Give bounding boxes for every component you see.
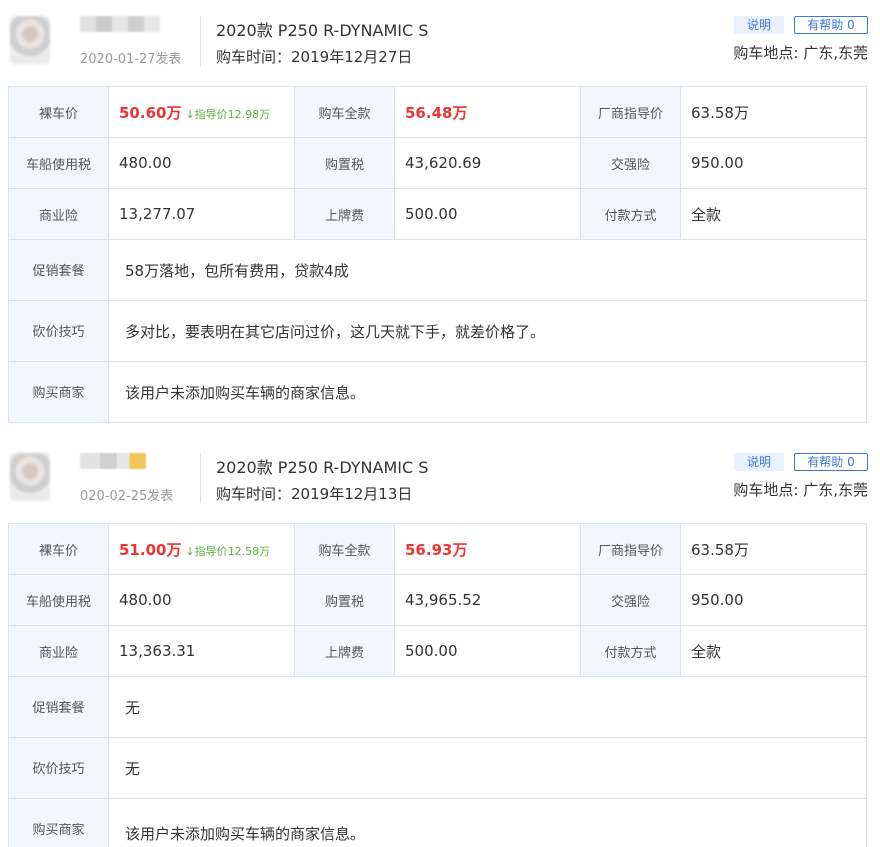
- plate-fee-label: 上牌费: [294, 625, 395, 677]
- msrp-label: 厂商指导价: [580, 523, 681, 575]
- vessel-tax-label: 车船使用税: [8, 137, 109, 189]
- car-model[interactable]: 2020款 P250 R-DYNAMIC S: [216, 454, 428, 478]
- table-row: 促销套餐 无: [8, 676, 867, 738]
- promo-label: 促销套餐: [8, 676, 109, 738]
- post-date: 020-02-25发表: [80, 489, 174, 504]
- table-row: 购买商家 该用户未添加购买车辆的商家信息。: [8, 798, 867, 847]
- review-header: 2020-01-27发表 2020款 P250 R-DYNAMIC S 购车时间…: [0, 0, 880, 86]
- post-date: 2020-01-27发表: [80, 52, 182, 67]
- car-model[interactable]: 2020款 P250 R-DYNAMIC S: [216, 17, 428, 41]
- vessel-tax-label: 车船使用税: [8, 574, 109, 626]
- purchase-time-value: 2019年12月13日: [291, 485, 413, 503]
- commercial-insurance-label: 商业险: [8, 188, 109, 240]
- purchase-location-value: 广东,东莞: [803, 44, 868, 62]
- purchase-time-label: 购车时间：: [216, 485, 292, 503]
- bare-price-cell: 50.60万 ↓指导价12.98万: [108, 86, 295, 138]
- promo-label: 促销套餐: [8, 239, 109, 301]
- commercial-insurance-value: 13,363.31: [108, 625, 295, 677]
- msrp-value: 63.58万: [680, 86, 867, 138]
- bargain-tips-label: 砍价技巧: [8, 737, 109, 799]
- bargain-tips-label: 砍价技巧: [8, 300, 109, 362]
- purchase-time-label: 购车时间：: [216, 48, 292, 66]
- bare-price-label: 裸车价: [8, 523, 109, 575]
- helpful-button[interactable]: 有帮助 0: [794, 16, 868, 34]
- purchase-time: 购车时间：2019年12月27日: [216, 46, 412, 67]
- compulsory-insurance-value: 950.00: [680, 137, 867, 189]
- bare-price-label: 裸车价: [8, 86, 109, 138]
- review-entry: 020-02-25发表 2020款 P250 R-DYNAMIC S 购车时间：…: [0, 437, 880, 847]
- bare-price-value: 50.60万: [119, 103, 182, 122]
- purchase-time: 购车时间：2019年12月13日: [216, 483, 412, 504]
- compulsory-insurance-value: 950.00: [680, 574, 867, 626]
- purchase-tax-value: 43,965.52: [394, 574, 581, 626]
- promo-value: 无: [108, 676, 867, 738]
- table-row: 购买商家 该用户未添加购买车辆的商家信息。: [8, 361, 867, 423]
- dealer-value: 该用户未添加购买车辆的商家信息。: [108, 798, 867, 847]
- total-price-label: 购车全款: [294, 86, 395, 138]
- explain-button[interactable]: 说明: [734, 453, 784, 471]
- msrp-label: 厂商指导价: [580, 86, 681, 138]
- table-row: 促销套餐 58万落地，包所有费用，贷款4成: [8, 239, 867, 301]
- purchase-location-label: 购车地点:: [733, 44, 804, 62]
- payment-method-label: 付款方式: [580, 625, 681, 677]
- total-price-value: 56.93万: [394, 523, 581, 575]
- avatar[interactable]: [10, 16, 50, 64]
- dealer-value: 该用户未添加购买车辆的商家信息。: [108, 361, 867, 423]
- table-row: 裸车价 51.00万 ↓指导价12.58万 购车全款 56.93万 厂商指导价 6…: [8, 523, 867, 575]
- vessel-tax-value: 480.00: [108, 574, 295, 626]
- plate-fee-label: 上牌费: [294, 188, 395, 240]
- explain-button[interactable]: 说明: [734, 16, 784, 34]
- msrp-value: 63.58万: [680, 523, 867, 575]
- plate-fee-value: 500.00: [394, 625, 581, 677]
- purchase-location-label: 购车地点:: [733, 481, 804, 499]
- commercial-insurance-label: 商业险: [8, 625, 109, 677]
- purchase-tax-label: 购置税: [294, 574, 395, 626]
- payment-method-value: 全款: [680, 625, 867, 677]
- total-price-value: 56.48万: [394, 86, 581, 138]
- purchase-location-value: 广东,东莞: [803, 481, 868, 499]
- helpful-button[interactable]: 有帮助 0: [794, 453, 868, 471]
- bargain-tips-value: 无: [108, 737, 867, 799]
- price-table: 裸车价 51.00万 ↓指导价12.58万 购车全款 56.93万 厂商指导价 6…: [8, 523, 867, 847]
- table-row: 车船使用税 480.00 购置税 43,620.69 交强险 950.00: [8, 137, 867, 189]
- bargain-tips-value: 多对比，要表明在其它店问过价，这几天就下手，就差价格了。: [108, 300, 867, 362]
- divider: [200, 453, 201, 503]
- table-row: 裸车价 50.60万 ↓指导价12.98万 购车全款 56.48万 厂商指导价 6…: [8, 86, 867, 138]
- payment-method-label: 付款方式: [580, 188, 681, 240]
- compulsory-insurance-label: 交强险: [580, 574, 681, 626]
- commercial-insurance-value: 13,277.07: [108, 188, 295, 240]
- dealer-label: 购买商家: [8, 798, 109, 847]
- avatar[interactable]: [10, 453, 50, 501]
- dealer-label: 购买商家: [8, 361, 109, 423]
- purchase-location: 购车地点: 广东,东莞: [733, 42, 868, 63]
- guide-price-diff: ↓指导价12.58万: [185, 544, 271, 558]
- price-table: 裸车价 50.60万 ↓指导价12.98万 购车全款 56.48万 厂商指导价 6…: [8, 86, 867, 423]
- promo-value: 58万落地，包所有费用，贷款4成: [108, 239, 867, 301]
- plate-fee-value: 500.00: [394, 188, 581, 240]
- purchase-tax-value: 43,620.69: [394, 137, 581, 189]
- divider: [200, 16, 201, 66]
- total-price-label: 购车全款: [294, 523, 395, 575]
- vessel-tax-value: 480.00: [108, 137, 295, 189]
- purchase-location: 购车地点: 广东,东莞: [733, 479, 868, 500]
- purchase-time-value: 2019年12月27日: [291, 48, 413, 66]
- guide-price-diff: ↓指导价12.98万: [185, 107, 271, 121]
- table-row: 砍价技巧 多对比，要表明在其它店问过价，这几天就下手，就差价格了。: [8, 300, 867, 362]
- review-entry: 2020-01-27发表 2020款 P250 R-DYNAMIC S 购车时间…: [0, 0, 880, 423]
- bare-price-value: 51.00万: [119, 540, 182, 559]
- username-blurred[interactable]: [80, 453, 146, 469]
- review-header: 020-02-25发表 2020款 P250 R-DYNAMIC S 购车时间：…: [0, 437, 880, 523]
- table-row: 商业险 13,363.31 上牌费 500.00 付款方式 全款: [8, 625, 867, 677]
- table-row: 车船使用税 480.00 购置税 43,965.52 交强险 950.00: [8, 574, 867, 626]
- payment-method-value: 全款: [680, 188, 867, 240]
- compulsory-insurance-label: 交强险: [580, 137, 681, 189]
- bare-price-cell: 51.00万 ↓指导价12.58万: [108, 523, 295, 575]
- purchase-tax-label: 购置税: [294, 137, 395, 189]
- table-row: 砍价技巧 无: [8, 737, 867, 799]
- table-row: 商业险 13,277.07 上牌费 500.00 付款方式 全款: [8, 188, 867, 240]
- username-blurred[interactable]: [80, 16, 160, 32]
